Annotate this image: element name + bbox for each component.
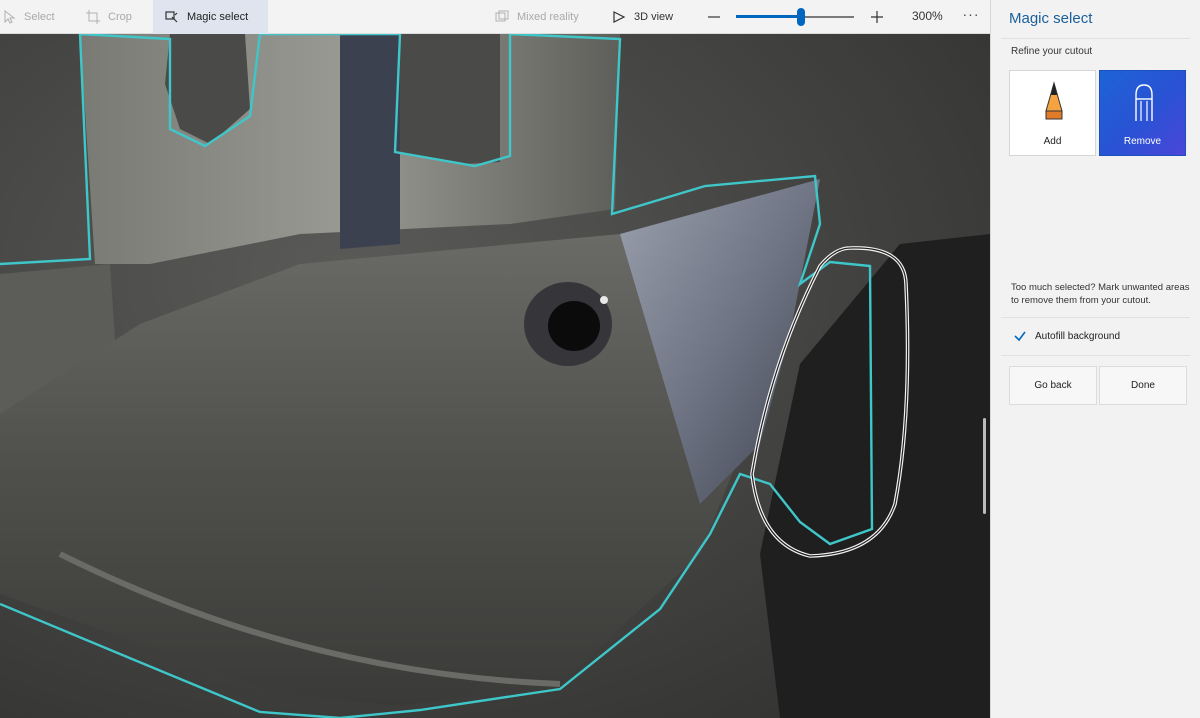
plus-icon bbox=[871, 11, 883, 23]
autofill-label: Autofill background bbox=[1035, 330, 1121, 342]
window-opening-right bbox=[400, 34, 500, 164]
go-back-button[interactable]: Go back bbox=[1009, 366, 1097, 405]
eraser-icon bbox=[1135, 84, 1153, 121]
canvas-vertical-scrollbar[interactable] bbox=[983, 418, 986, 514]
porthole-highlight bbox=[600, 296, 608, 304]
magic-select-label: Magic select bbox=[187, 11, 249, 23]
magic-select-panel: Magic select Refine your cutout Add Remo… bbox=[990, 0, 1200, 718]
view-3d-label: 3D view bbox=[634, 11, 674, 23]
checkmark-icon bbox=[1014, 331, 1026, 342]
panel-subtitle: Refine your cutout bbox=[1011, 46, 1093, 57]
crop-tool-button[interactable]: Crop bbox=[86, 0, 132, 34]
add-label: Add bbox=[1043, 136, 1062, 147]
zoom-slider-fill bbox=[736, 15, 801, 18]
mixed-reality-label: Mixed reality bbox=[517, 11, 579, 23]
view-3d-button[interactable]: 3D view bbox=[612, 0, 673, 34]
remove-tool-button[interactable]: Remove bbox=[1099, 70, 1186, 156]
zoom-slider-thumb[interactable] bbox=[796, 8, 805, 26]
autofill-background-checkbox[interactable]: Autofill background bbox=[1013, 329, 1120, 343]
cursor-icon bbox=[4, 10, 16, 24]
add-tool-button[interactable]: Add bbox=[1009, 70, 1096, 156]
mixed-reality-icon bbox=[495, 10, 509, 22]
panel-title: Magic select bbox=[1009, 10, 1093, 27]
3d-view-icon bbox=[613, 11, 626, 23]
canvas-viewport[interactable] bbox=[0, 34, 990, 718]
zoom-percentage[interactable]: 300% bbox=[912, 9, 943, 23]
remove-hint-text: Too much selected? Mark unwanted areas t… bbox=[1011, 282, 1190, 306]
crop-icon bbox=[86, 10, 100, 24]
zoom-in-button[interactable] bbox=[866, 6, 888, 28]
panel-divider bbox=[1001, 355, 1190, 356]
cabin-pillar bbox=[340, 34, 400, 249]
zoom-slider[interactable] bbox=[736, 8, 854, 26]
porthole bbox=[548, 301, 600, 351]
minus-icon bbox=[708, 16, 720, 18]
zoom-out-button[interactable] bbox=[703, 6, 725, 28]
magic-select-icon bbox=[165, 11, 178, 23]
remove-label: Remove bbox=[1123, 136, 1162, 147]
crop-tool-label: Crop bbox=[108, 11, 132, 23]
panel-divider bbox=[1001, 317, 1190, 318]
done-button[interactable]: Done bbox=[1099, 366, 1187, 405]
more-options-button[interactable]: ··· bbox=[962, 6, 980, 26]
magic-select-button[interactable]: Magic select bbox=[153, 0, 268, 34]
select-tool-button[interactable]: Select bbox=[2, 0, 55, 34]
toolbar: Select Crop Magic select Mixed reality 3… bbox=[0, 0, 990, 34]
pencil-icon bbox=[1045, 81, 1063, 120]
mixed-reality-button[interactable]: Mixed reality bbox=[495, 0, 579, 34]
panel-divider bbox=[1001, 38, 1190, 39]
select-tool-label: Select bbox=[24, 11, 55, 23]
canvas-image bbox=[0, 34, 990, 718]
